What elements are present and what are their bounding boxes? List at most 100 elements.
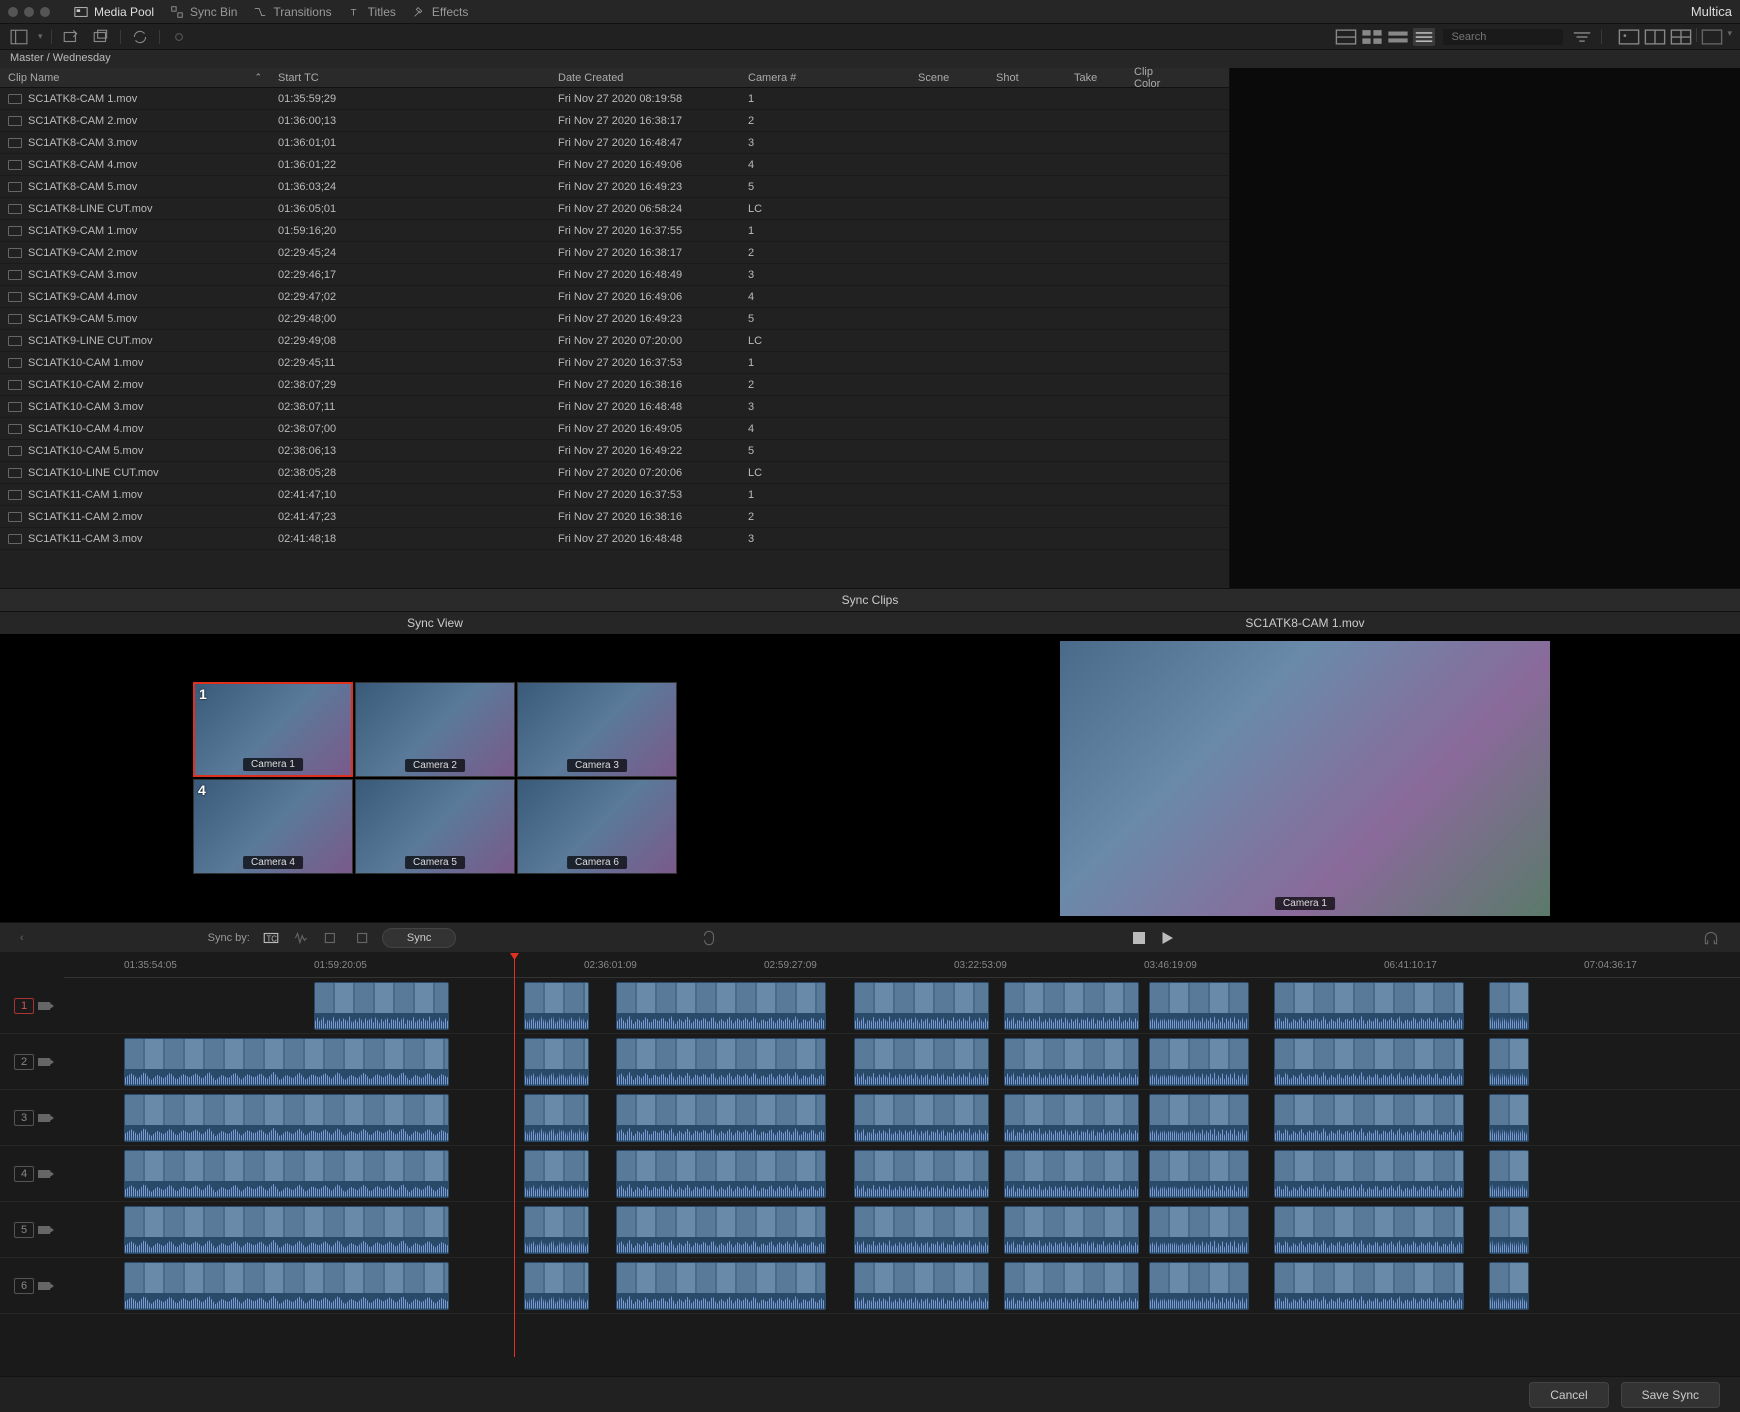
timeline-clip[interactable] [1274, 1262, 1464, 1310]
multicam-viewer[interactable]: 1Camera 1Camera 2Camera 3 4Camera 4 Camera… [0, 634, 870, 922]
timeline-clip[interactable] [1489, 1262, 1529, 1310]
timeline-clip[interactable] [124, 1150, 449, 1198]
clip-row[interactable]: SC1ATK9-CAM 5.mov 02:29:48;00 Fri Nov 27… [0, 308, 1229, 330]
timeline-clip[interactable] [1004, 1094, 1139, 1142]
timeline-clip[interactable] [1274, 1094, 1464, 1142]
sync-in-icon[interactable] [322, 929, 340, 947]
close-dot[interactable] [8, 7, 18, 17]
stop-icon[interactable] [1130, 929, 1148, 947]
viewer-grid-button[interactable] [1670, 28, 1692, 46]
timeline-clip[interactable] [1489, 982, 1529, 1030]
timeline-clip[interactable] [1004, 982, 1139, 1030]
timeline-clip[interactable] [1149, 1262, 1249, 1310]
clip-row[interactable]: SC1ATK9-CAM 1.mov 01:59:16;20 Fri Nov 27… [0, 220, 1229, 242]
view-thumbnail-button[interactable] [1361, 28, 1383, 46]
view-list-button[interactable] [1413, 28, 1435, 46]
timeline-clip[interactable] [1489, 1094, 1529, 1142]
source-viewer[interactable] [1230, 68, 1740, 588]
import-folder-button[interactable] [90, 28, 112, 46]
track-header[interactable]: 4 [0, 1166, 64, 1182]
col-take[interactable]: Take [1066, 72, 1126, 84]
cancel-button[interactable]: Cancel [1529, 1382, 1608, 1408]
timeline-clip[interactable] [616, 1150, 826, 1198]
track-lane[interactable] [64, 1260, 1740, 1312]
view-strip-button[interactable] [1387, 28, 1409, 46]
timeline-clip[interactable] [124, 1038, 449, 1086]
timeline-clip[interactable] [524, 1150, 589, 1198]
track-header[interactable]: 5 [0, 1222, 64, 1238]
clip-row[interactable]: SC1ATK10-CAM 2.mov 02:38:07;29 Fri Nov 2… [0, 374, 1229, 396]
timeline-clip[interactable] [524, 1262, 589, 1310]
multicam-cell[interactable]: Camera 6 [517, 779, 677, 874]
timeline-clip[interactable] [616, 1094, 826, 1142]
timeline-clip[interactable] [854, 1206, 989, 1254]
multicam-cell[interactable]: Camera 3 [517, 682, 677, 777]
timeline-clip[interactable] [1274, 1206, 1464, 1254]
clip-row[interactable]: SC1ATK10-CAM 1.mov 02:29:45;11 Fri Nov 2… [0, 352, 1229, 374]
refresh-button[interactable] [129, 28, 151, 46]
timeline-clip[interactable] [1149, 1094, 1249, 1142]
multicam-cell[interactable]: 4Camera 4 [193, 779, 353, 874]
timeline-clip[interactable] [124, 1094, 449, 1142]
tab-transitions[interactable]: Transitions [253, 5, 331, 19]
col-date[interactable]: Date Created [550, 72, 740, 84]
playhead[interactable] [514, 956, 515, 1357]
timeline-clip[interactable] [1004, 1206, 1139, 1254]
clip-row[interactable]: SC1ATK9-LINE CUT.mov 02:29:49;08 Fri Nov… [0, 330, 1229, 352]
track-header[interactable]: 1 [0, 998, 64, 1014]
track-lane[interactable] [64, 1092, 1740, 1144]
timeline-clip[interactable] [616, 982, 826, 1030]
timeline-clip[interactable] [854, 1150, 989, 1198]
view-metadata-button[interactable] [1335, 28, 1357, 46]
timeline-clip[interactable] [1274, 982, 1464, 1030]
timeline-clip[interactable] [524, 1094, 589, 1142]
track-header[interactable]: 6 [0, 1278, 64, 1294]
col-shot[interactable]: Shot [988, 72, 1066, 84]
timeline-clip[interactable] [1149, 1206, 1249, 1254]
clip-row[interactable]: SC1ATK8-LINE CUT.mov 01:36:05;01 Fri Nov… [0, 198, 1229, 220]
timeline-clip[interactable] [1489, 1150, 1529, 1198]
multicam-cell[interactable]: Camera 2 [355, 682, 515, 777]
tab-effects[interactable]: Effects [412, 5, 468, 19]
clip-row[interactable]: SC1ATK10-CAM 4.mov 02:38:07;00 Fri Nov 2… [0, 418, 1229, 440]
timeline-clip[interactable] [524, 982, 589, 1030]
multicam-cell[interactable]: 1Camera 1 [193, 682, 353, 777]
col-color[interactable]: Clip Color [1126, 66, 1186, 90]
timeline-clip[interactable] [616, 1262, 826, 1310]
timeline-clip[interactable] [124, 1262, 449, 1310]
clip-row[interactable]: SC1ATK11-CAM 2.mov 02:41:47;23 Fri Nov 2… [0, 506, 1229, 528]
breadcrumb[interactable]: Master / Wednesday [0, 50, 1740, 68]
timeline-clip[interactable] [1004, 1262, 1139, 1310]
clip-row[interactable]: SC1ATK11-CAM 3.mov 02:41:48;18 Fri Nov 2… [0, 528, 1229, 550]
timeline-clip[interactable] [1149, 1038, 1249, 1086]
clip-row[interactable]: SC1ATK10-CAM 3.mov 02:38:07;11 Fri Nov 2… [0, 396, 1229, 418]
timeline-clip[interactable] [1489, 1038, 1529, 1086]
timeline-clip[interactable] [524, 1206, 589, 1254]
clip-row[interactable]: SC1ATK8-CAM 4.mov 01:36:01;22 Fri Nov 27… [0, 154, 1229, 176]
track-header[interactable]: 3 [0, 1110, 64, 1126]
clip-table-body[interactable]: SC1ATK8-CAM 1.mov 01:35:59;29 Fri Nov 27… [0, 88, 1229, 588]
clip-row[interactable]: SC1ATK10-CAM 5.mov 02:38:06;13 Fri Nov 2… [0, 440, 1229, 462]
sidebar-toggle[interactable] [8, 28, 30, 46]
timeline-clip[interactable] [854, 1094, 989, 1142]
track-lane[interactable] [64, 1148, 1740, 1200]
track-lane[interactable] [64, 1204, 1740, 1256]
max-dot[interactable] [40, 7, 50, 17]
clip-row[interactable]: SC1ATK8-CAM 1.mov 01:35:59;29 Fri Nov 27… [0, 88, 1229, 110]
dropdown-caret-icon[interactable]: ▾ [38, 31, 43, 42]
timeline-clip[interactable] [1274, 1038, 1464, 1086]
viewer-out-button[interactable] [1701, 28, 1723, 46]
tab-titles[interactable]: T Titles [348, 5, 396, 19]
import-button[interactable] [60, 28, 82, 46]
col-start-tc[interactable]: Start TC [270, 72, 550, 84]
clip-row[interactable]: SC1ATK11-CAM 1.mov 02:41:47;10 Fri Nov 2… [0, 484, 1229, 506]
clip-row[interactable]: SC1ATK9-CAM 2.mov 02:29:45;24 Fri Nov 27… [0, 242, 1229, 264]
headphones-icon[interactable] [1702, 929, 1720, 947]
sync-timecode-icon[interactable]: TC [262, 929, 280, 947]
timeline-ruler[interactable]: 01:35:54:0501:59:20:0502:36:01:0902:59:2… [64, 956, 1740, 978]
timeline-clip[interactable] [616, 1206, 826, 1254]
min-dot[interactable] [24, 7, 34, 17]
col-camera[interactable]: Camera # [740, 72, 910, 84]
timeline-clip[interactable] [1274, 1150, 1464, 1198]
single-viewer[interactable]: Camera 1 [870, 634, 1740, 922]
